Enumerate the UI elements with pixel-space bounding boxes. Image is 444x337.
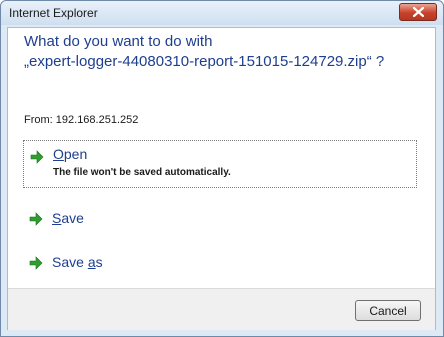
- window-title: Internet Explorer: [9, 6, 98, 20]
- save-as-option-label: Save as: [52, 254, 103, 270]
- title-bar[interactable]: Internet Explorer: [1, 1, 443, 25]
- file-name: „expert-logger-44080310-report-151015-12…: [24, 53, 385, 70]
- save-mnemonic: S: [52, 210, 62, 226]
- save-as-mnemonic: a: [87, 254, 96, 270]
- open-label-rest: pen: [63, 146, 88, 162]
- dialog-footer: Cancel: [8, 288, 435, 330]
- from-value: 192.168.251.252: [55, 114, 139, 126]
- question-line-1: What do you want to do with: [24, 33, 213, 50]
- open-option-description: The file won't be saved automatically.: [53, 167, 231, 178]
- dialog-window: Internet Explorer What do you want to do…: [0, 0, 444, 337]
- save-option[interactable]: Save: [23, 204, 417, 234]
- green-arrow-icon: [29, 256, 43, 270]
- close-icon: [413, 7, 424, 17]
- from-label: From:: [24, 114, 56, 126]
- dialog-content: What do you want to do with „expert-logg…: [7, 27, 436, 330]
- open-option-label: Open: [53, 146, 87, 162]
- save-as-label-rest: s: [95, 254, 103, 270]
- open-option[interactable]: Open The file won't be saved automatical…: [23, 140, 417, 188]
- open-mnemonic: O: [53, 146, 64, 162]
- question-text: What do you want to do with „expert-logg…: [24, 32, 384, 72]
- save-option-label: Save: [52, 210, 84, 226]
- cancel-button[interactable]: Cancel: [355, 300, 421, 321]
- save-as-option[interactable]: Save as: [23, 248, 417, 278]
- close-button[interactable]: [399, 3, 437, 21]
- save-as-label-prefix: Save: [52, 254, 88, 270]
- green-arrow-icon: [29, 212, 43, 226]
- from-row: From: 192.168.251.252: [24, 114, 138, 126]
- save-label-rest: ave: [61, 210, 84, 226]
- green-arrow-icon: [30, 150, 44, 164]
